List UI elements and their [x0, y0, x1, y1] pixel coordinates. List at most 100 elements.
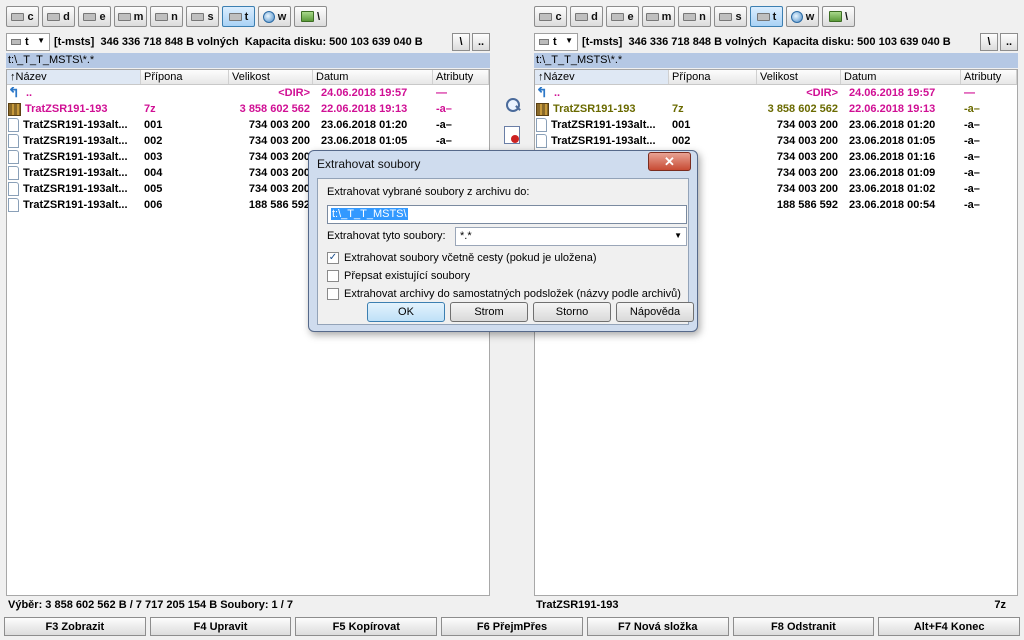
- destination-input[interactable]: t:\_T_T_MSTS\: [327, 205, 687, 224]
- cancel-button[interactable]: Storno: [533, 302, 611, 322]
- file-name: TratZSR191-193: [25, 103, 108, 115]
- parent-dir-button[interactable]: ..: [472, 33, 490, 51]
- file-list[interactable]: ↑Název Přípona Velikost Datum Atributy .…: [6, 69, 490, 596]
- file-date: 23.06.2018 01:20: [321, 119, 408, 131]
- drive-letter: w: [805, 10, 815, 23]
- file-row[interactable]: TratZSR191-193alt... 001 734 003 200 23.06.…: [535, 117, 1017, 133]
- overwrite-label: Přepsat existující soubory: [344, 270, 470, 282]
- tree-button[interactable]: Strom: [450, 302, 528, 322]
- file-row[interactable]: TratZSR191-193alt... 002 734 003 200 23.06.…: [7, 133, 489, 149]
- parent-dir-button[interactable]: ..: [1000, 33, 1018, 51]
- file-ext: 001: [672, 119, 691, 131]
- find-files-button[interactable]: [504, 96, 522, 114]
- drive-button[interactable]: n: [678, 6, 711, 27]
- drive-button[interactable]: e: [78, 6, 111, 27]
- drive-button[interactable]: w: [786, 6, 819, 27]
- file-name: TratZSR191-193alt...: [23, 151, 128, 163]
- drive-dropdown-value: t: [553, 36, 557, 48]
- drive-letter: w: [277, 10, 287, 23]
- column-date[interactable]: Datum: [313, 70, 433, 84]
- drive-button[interactable]: d: [570, 6, 603, 27]
- column-name[interactable]: ↑Název: [7, 70, 141, 84]
- column-name[interactable]: ↑Název: [535, 70, 669, 84]
- drive-button[interactable]: \: [294, 6, 327, 27]
- drive-button[interactable]: \: [822, 6, 855, 27]
- f4-edit-button[interactable]: F4 Upravit: [149, 617, 292, 636]
- file-name: TratZSR191-193alt...: [23, 183, 128, 195]
- file-name-cell: TratZSR191-193alt...: [7, 182, 141, 196]
- root-dir-button[interactable]: \: [452, 33, 470, 51]
- file-size: <DIR>: [806, 87, 838, 99]
- drive-button[interactable]: c: [6, 6, 39, 27]
- mask-dropdown[interactable]: *.* ▼: [455, 227, 687, 246]
- drive-button[interactable]: m: [642, 6, 675, 27]
- drive-letter: s: [735, 10, 742, 23]
- checkbox[interactable]: [327, 288, 339, 300]
- help-button[interactable]: Nápověda: [616, 302, 694, 322]
- drive-button[interactable]: s: [714, 6, 747, 27]
- drive-button[interactable]: w: [258, 6, 291, 27]
- file-date: 24.06.2018 19:57: [849, 87, 936, 99]
- drive-dropdown[interactable]: t ▼: [534, 33, 578, 51]
- drive-button[interactable]: t: [222, 6, 255, 27]
- file-date: 23.06.2018 01:05: [849, 135, 936, 147]
- network-drive-icon: [828, 11, 842, 22]
- file-name: TratZSR191-193: [553, 103, 636, 115]
- file-row[interactable]: TratZSR191-193alt... 001 734 003 200 23.06.…: [7, 117, 489, 133]
- f5-copy-button[interactable]: F5 Kopírovat: [295, 617, 438, 636]
- file-name-cell: ..: [535, 87, 669, 99]
- f8-delete-button[interactable]: F8 Odstranit: [732, 617, 875, 636]
- file-name-cell: TratZSR191-193alt...: [7, 118, 141, 132]
- close-button[interactable]: ✕: [648, 152, 691, 171]
- drive-button[interactable]: s: [186, 6, 219, 27]
- root-dir-button[interactable]: \: [980, 33, 998, 51]
- drive-button[interactable]: t: [750, 6, 783, 27]
- column-attr[interactable]: Atributy: [433, 70, 489, 84]
- file-name-cell: TratZSR191-193: [7, 102, 141, 116]
- column-ext[interactable]: Přípona: [669, 70, 757, 84]
- ok-button[interactable]: OK: [367, 302, 445, 322]
- parent-dir-row[interactable]: .. <DIR> 24.06.2018 19:57 —: [535, 85, 1017, 101]
- column-size[interactable]: Velikost: [757, 70, 841, 84]
- f6-move-button[interactable]: F6 PřejmPřes: [441, 617, 583, 636]
- drive-icon: [155, 12, 169, 21]
- column-date[interactable]: Datum: [841, 70, 961, 84]
- pack-files-button[interactable]: [504, 126, 522, 144]
- drive-info-bar: t ▼ [t-msts] 346 336 718 848 B volných K…: [534, 32, 1018, 52]
- drive-bar: c d e m n s t w \: [6, 6, 327, 28]
- file-ext: 003: [144, 151, 163, 163]
- drive-icon: [683, 12, 697, 21]
- path-bar[interactable]: t:\_T_T_MSTS\*.*: [534, 53, 1018, 68]
- file-ext: 006: [144, 199, 163, 211]
- overwrite-checkbox[interactable]: Přepsat existující soubory: [327, 270, 470, 282]
- file-list[interactable]: ↑Název Přípona Velikost Datum Atributy .…: [534, 69, 1018, 596]
- checkbox[interactable]: [327, 270, 339, 282]
- file-ext: 7z: [144, 103, 156, 115]
- file-date: 24.06.2018 19:57: [321, 87, 408, 99]
- f7-new-folder-button[interactable]: F7 Nová složka: [586, 617, 729, 636]
- drive-button[interactable]: n: [150, 6, 183, 27]
- column-attr[interactable]: Atributy: [961, 70, 1017, 84]
- subdirs-checkbox[interactable]: Extrahovat archivy do samostatných podsl…: [327, 288, 681, 300]
- f3-view-button[interactable]: F3 Zobrazit: [4, 617, 146, 636]
- extract-paths-checkbox[interactable]: ✓ Extrahovat soubory včetně cesty (pokud…: [327, 252, 597, 264]
- drive-button[interactable]: d: [42, 6, 75, 27]
- file-size: <DIR>: [278, 87, 310, 99]
- drive-button[interactable]: e: [606, 6, 639, 27]
- drive-dropdown[interactable]: t ▼: [6, 33, 50, 51]
- file-row[interactable]: TratZSR191-193 7z 3 858 602 562 22.06.2018 …: [535, 101, 1017, 117]
- path-bar[interactable]: t:\_T_T_MSTS\*.*: [6, 53, 490, 68]
- drive-button[interactable]: c: [534, 6, 567, 27]
- column-size[interactable]: Velikost: [229, 70, 313, 84]
- file-attr: -a–: [436, 119, 452, 131]
- drive-letter: d: [63, 10, 70, 23]
- drive-button[interactable]: m: [114, 6, 147, 27]
- file-row[interactable]: TratZSR191-193 7z 3 858 602 562 22.06.2018 …: [7, 101, 489, 117]
- file-row[interactable]: TratZSR191-193alt... 002 734 003 200 23.06.…: [535, 133, 1017, 149]
- file-ext: 002: [144, 135, 163, 147]
- parent-dir-row[interactable]: .. <DIR> 24.06.2018 19:57 —: [7, 85, 489, 101]
- column-ext[interactable]: Přípona: [141, 70, 229, 84]
- file-icon: [536, 118, 547, 132]
- checkbox[interactable]: ✓: [327, 252, 339, 264]
- exit-button[interactable]: Alt+F4 Konec: [878, 617, 1021, 636]
